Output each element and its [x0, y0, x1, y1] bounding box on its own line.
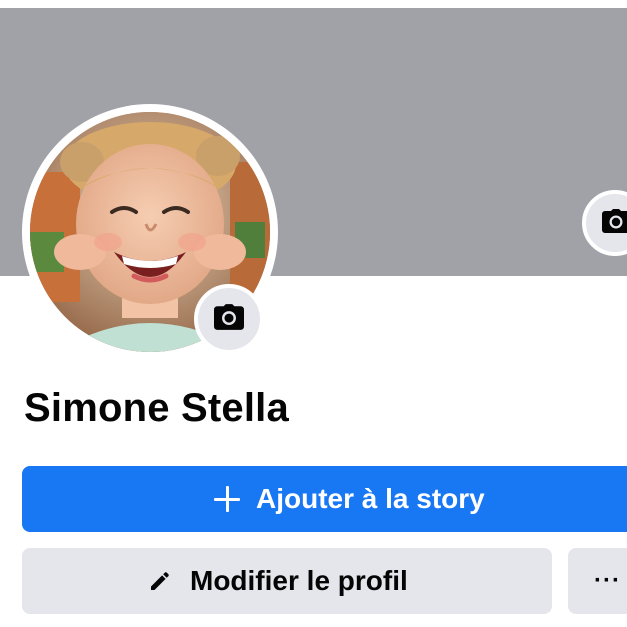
edit-profile-button[interactable]: Modifier le profil — [22, 548, 552, 614]
camera-icon — [214, 303, 244, 335]
pencil-icon — [148, 569, 172, 593]
more-options-button[interactable]: ··· — [568, 548, 627, 614]
add-to-story-button[interactable]: Ajouter à la story — [22, 466, 627, 532]
plus-icon — [214, 486, 240, 512]
profile-screen: Simone Stella Ajouter à la story Modifie… — [0, 0, 627, 627]
top-divider — [0, 0, 627, 8]
add-to-story-label: Ajouter à la story — [256, 483, 485, 514]
more-options-label: ··· — [594, 567, 621, 594]
profile-name: Simone Stella — [24, 386, 289, 430]
edit-profile-label: Modifier le profil — [190, 565, 408, 596]
camera-icon — [602, 208, 627, 238]
edit-profile-picture-button[interactable] — [194, 284, 264, 354]
